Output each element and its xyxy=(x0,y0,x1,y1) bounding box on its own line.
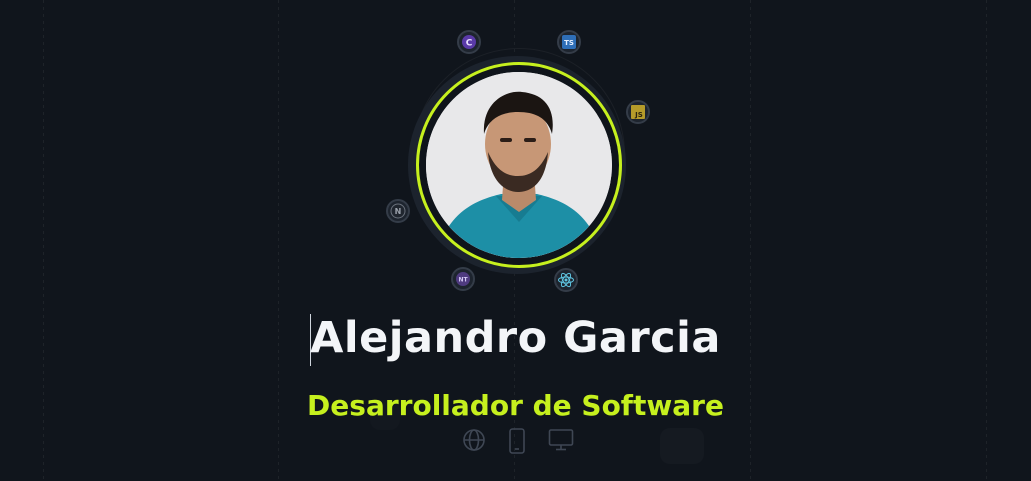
svg-text:TS: TS xyxy=(564,39,574,47)
avatar-portrait xyxy=(426,72,612,258)
platform-icons xyxy=(460,428,580,458)
typescript-icon: TS xyxy=(557,30,581,54)
svg-text:JS: JS xyxy=(634,111,643,119)
mobile-icon xyxy=(509,428,525,454)
csharp-icon: C xyxy=(457,30,481,54)
avatar xyxy=(426,72,612,258)
svg-text:N: N xyxy=(395,207,402,216)
background-shape xyxy=(660,428,704,464)
svg-text:NT: NT xyxy=(458,277,468,284)
javascript-icon: JS xyxy=(626,100,650,124)
react-icon xyxy=(554,268,578,292)
svg-text:C: C xyxy=(466,39,473,49)
profile-name: Alejandro Garcia xyxy=(310,313,721,363)
globe-icon xyxy=(463,429,485,451)
nuxt-icon: NT xyxy=(451,267,475,291)
profile-role: Desarrollador de Software xyxy=(307,389,724,422)
hero-section: C TS JS N NT Alejandro Garcia Desarrolla… xyxy=(0,0,1031,481)
desktop-icon xyxy=(548,429,574,451)
nextjs-icon: N xyxy=(386,199,410,223)
